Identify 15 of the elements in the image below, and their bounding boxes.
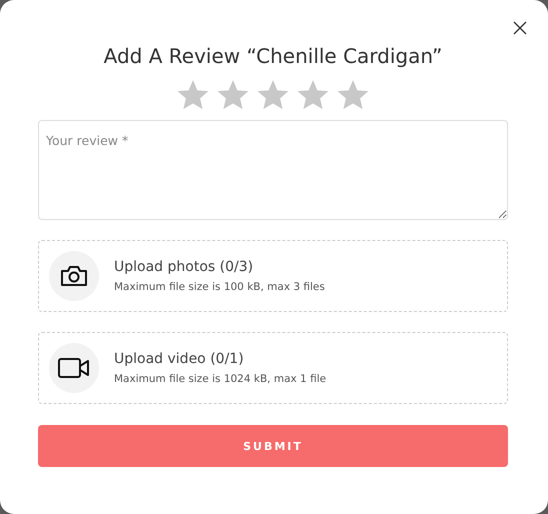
star-icon[interactable] (335, 78, 371, 112)
star-icon[interactable] (255, 78, 291, 112)
upload-area[interactable]: Upload video (0/1) Maximum file size is 1024 kB, max 1 file (38, 332, 508, 404)
video-camera-icon (58, 357, 90, 379)
dialog-title: Add A Review “Chenille Cardigan” (102, 43, 444, 70)
star-icon[interactable] (215, 78, 251, 112)
star-icon[interactable] (295, 78, 331, 112)
upload-hint: Maximum file size is 1024 kB, max 1 file (114, 373, 326, 385)
upload-area[interactable]: Upload photos (0/3) Maximum file size is 100 kB, max 3 files (38, 240, 508, 312)
upload-hint: Maximum file size is 100 kB, max 3 files (114, 281, 325, 293)
upload-title: Upload video (0/1) (114, 351, 245, 367)
star-icon[interactable] (175, 78, 211, 112)
camera-icon (60, 264, 88, 288)
upload-title: Upload photos (0/3) (114, 259, 254, 275)
review-field[interactable]: Your review * (38, 120, 508, 220)
